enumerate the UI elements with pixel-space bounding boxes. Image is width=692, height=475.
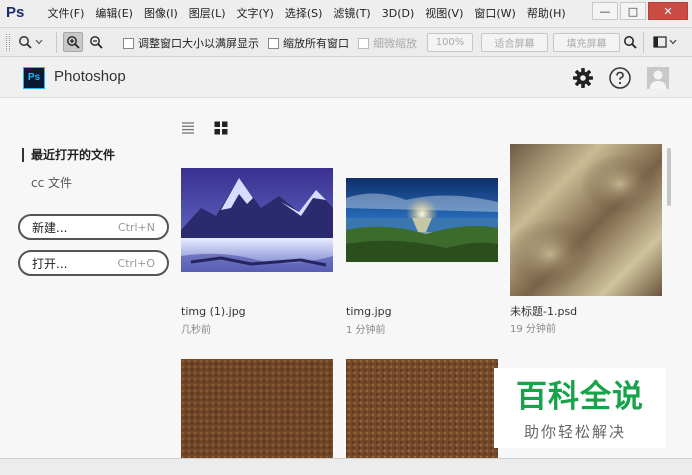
recent-file-thumbnail[interactable] xyxy=(181,359,333,458)
winter-mountain-image xyxy=(181,168,333,272)
recent-file-time: 1 分钟前 xyxy=(346,325,386,336)
open-file-button[interactable]: 打开... Ctrl+O xyxy=(18,250,169,276)
scrubby-zoom-checkbox[interactable]: 细微缩放 xyxy=(358,35,417,51)
zoom-all-windows-checkbox[interactable]: 缩放所有窗口 xyxy=(268,35,349,51)
recent-file-name[interactable]: timg.jpg xyxy=(346,305,392,318)
menu-layer[interactable]: 图层(L) xyxy=(183,0,231,28)
fill-screen-button[interactable]: 填充屏幕 xyxy=(553,33,620,52)
list-view-button[interactable] xyxy=(181,120,195,134)
texture-image xyxy=(510,144,662,296)
help-button[interactable] xyxy=(608,66,632,90)
watermark-title: 百科全说 xyxy=(516,379,644,415)
brown-texture-image xyxy=(181,359,333,458)
menu-edit[interactable]: 编辑(E) xyxy=(90,0,139,28)
search-button[interactable] xyxy=(620,32,640,52)
help-icon xyxy=(609,67,631,89)
recent-file-thumbnail[interactable] xyxy=(346,359,498,458)
zoom-in-icon xyxy=(67,36,80,49)
recent-file-name[interactable]: timg (1).jpg xyxy=(181,305,246,318)
home-title: Photoshop xyxy=(54,68,126,85)
checkbox-box xyxy=(358,37,369,49)
gear-icon xyxy=(573,68,593,88)
avatar-icon xyxy=(647,67,669,89)
scrollbar-thumb[interactable] xyxy=(667,148,671,206)
photoshop-logo: Ps xyxy=(6,4,25,21)
zoom-tool-preset[interactable] xyxy=(18,35,43,49)
recent-file-thumbnail[interactable] xyxy=(181,168,333,272)
menu-type[interactable]: 文字(Y) xyxy=(231,0,279,28)
options-bar-grip[interactable] xyxy=(6,34,10,51)
settings-button[interactable] xyxy=(571,66,595,90)
resize-windows-checkbox[interactable]: 调整窗口大小以满屏显示 xyxy=(123,35,259,51)
options-bar: 调整窗口大小以满屏显示 缩放所有窗口 细微缩放 100% 适合屏幕 填充屏幕 xyxy=(0,28,692,57)
workspace-switcher[interactable] xyxy=(650,32,680,52)
chevron-down-icon xyxy=(35,39,43,45)
menu-file[interactable]: 文件(F) xyxy=(42,0,90,28)
window-controls: — □ ✕ xyxy=(592,2,688,20)
recent-file-time: 几秒前 xyxy=(181,325,211,336)
divider xyxy=(56,32,57,53)
search-icon xyxy=(624,36,637,49)
zoom-100-button[interactable]: 100% xyxy=(427,33,473,52)
home-header: Ps Photoshop xyxy=(0,58,692,98)
user-profile-button[interactable] xyxy=(646,66,670,90)
watermark: 百科全说 助你轻松解决 xyxy=(494,368,666,448)
recent-file-thumbnail[interactable] xyxy=(510,144,662,296)
zoom-icon xyxy=(19,36,32,49)
fit-screen-button[interactable]: 适合屏幕 xyxy=(481,33,548,52)
menu-help[interactable]: 帮助(H) xyxy=(521,0,571,28)
title-bar: Ps 文件(F) 编辑(E) 图像(I) 图层(L) 文字(Y) 选择(S) 滤… xyxy=(0,0,692,28)
maximize-button[interactable]: □ xyxy=(620,2,646,20)
cc-files-link[interactable]: cc 文件 xyxy=(31,174,72,191)
brown-texture-image xyxy=(346,359,498,458)
zoom-out-icon xyxy=(90,36,103,49)
list-view-icon xyxy=(182,122,194,134)
recent-file-time: 19 分钟前 xyxy=(510,324,556,335)
recent-file-name[interactable]: 未标题-1.psd xyxy=(510,303,577,319)
sunset-coast-image xyxy=(346,178,498,262)
new-file-button[interactable]: 新建... Ctrl+N xyxy=(18,214,169,240)
recent-files-heading[interactable]: 最近打开的文件 xyxy=(22,148,115,162)
photoshop-logo: Ps xyxy=(23,67,45,89)
recent-file-thumbnail[interactable] xyxy=(346,178,498,262)
grid-view-button[interactable] xyxy=(214,120,228,135)
menu-window[interactable]: 窗口(W) xyxy=(469,0,521,28)
zoom-in-button[interactable] xyxy=(63,32,83,52)
zoom-out-button[interactable] xyxy=(86,32,106,52)
checkbox-box xyxy=(268,37,279,49)
menu-select[interactable]: 选择(S) xyxy=(279,0,328,28)
menu-image[interactable]: 图像(I) xyxy=(138,0,183,28)
checkbox-box xyxy=(123,37,134,49)
watermark-subtitle: 助你轻松解决 xyxy=(524,423,627,441)
divider xyxy=(643,32,644,53)
minimize-button[interactable]: — xyxy=(592,2,618,20)
grid-view-icon xyxy=(214,121,228,135)
menu-view[interactable]: 视图(V) xyxy=(420,0,469,28)
menu-filter[interactable]: 滤镜(T) xyxy=(328,0,376,28)
status-strip xyxy=(0,458,692,475)
menu-3d[interactable]: 3D(D) xyxy=(376,0,420,28)
close-button[interactable]: ✕ xyxy=(648,2,688,20)
workspace-icon xyxy=(653,36,677,48)
menu-bar: 文件(F) 编辑(E) 图像(I) 图层(L) 文字(Y) 选择(S) 滤镜(T… xyxy=(42,0,571,28)
